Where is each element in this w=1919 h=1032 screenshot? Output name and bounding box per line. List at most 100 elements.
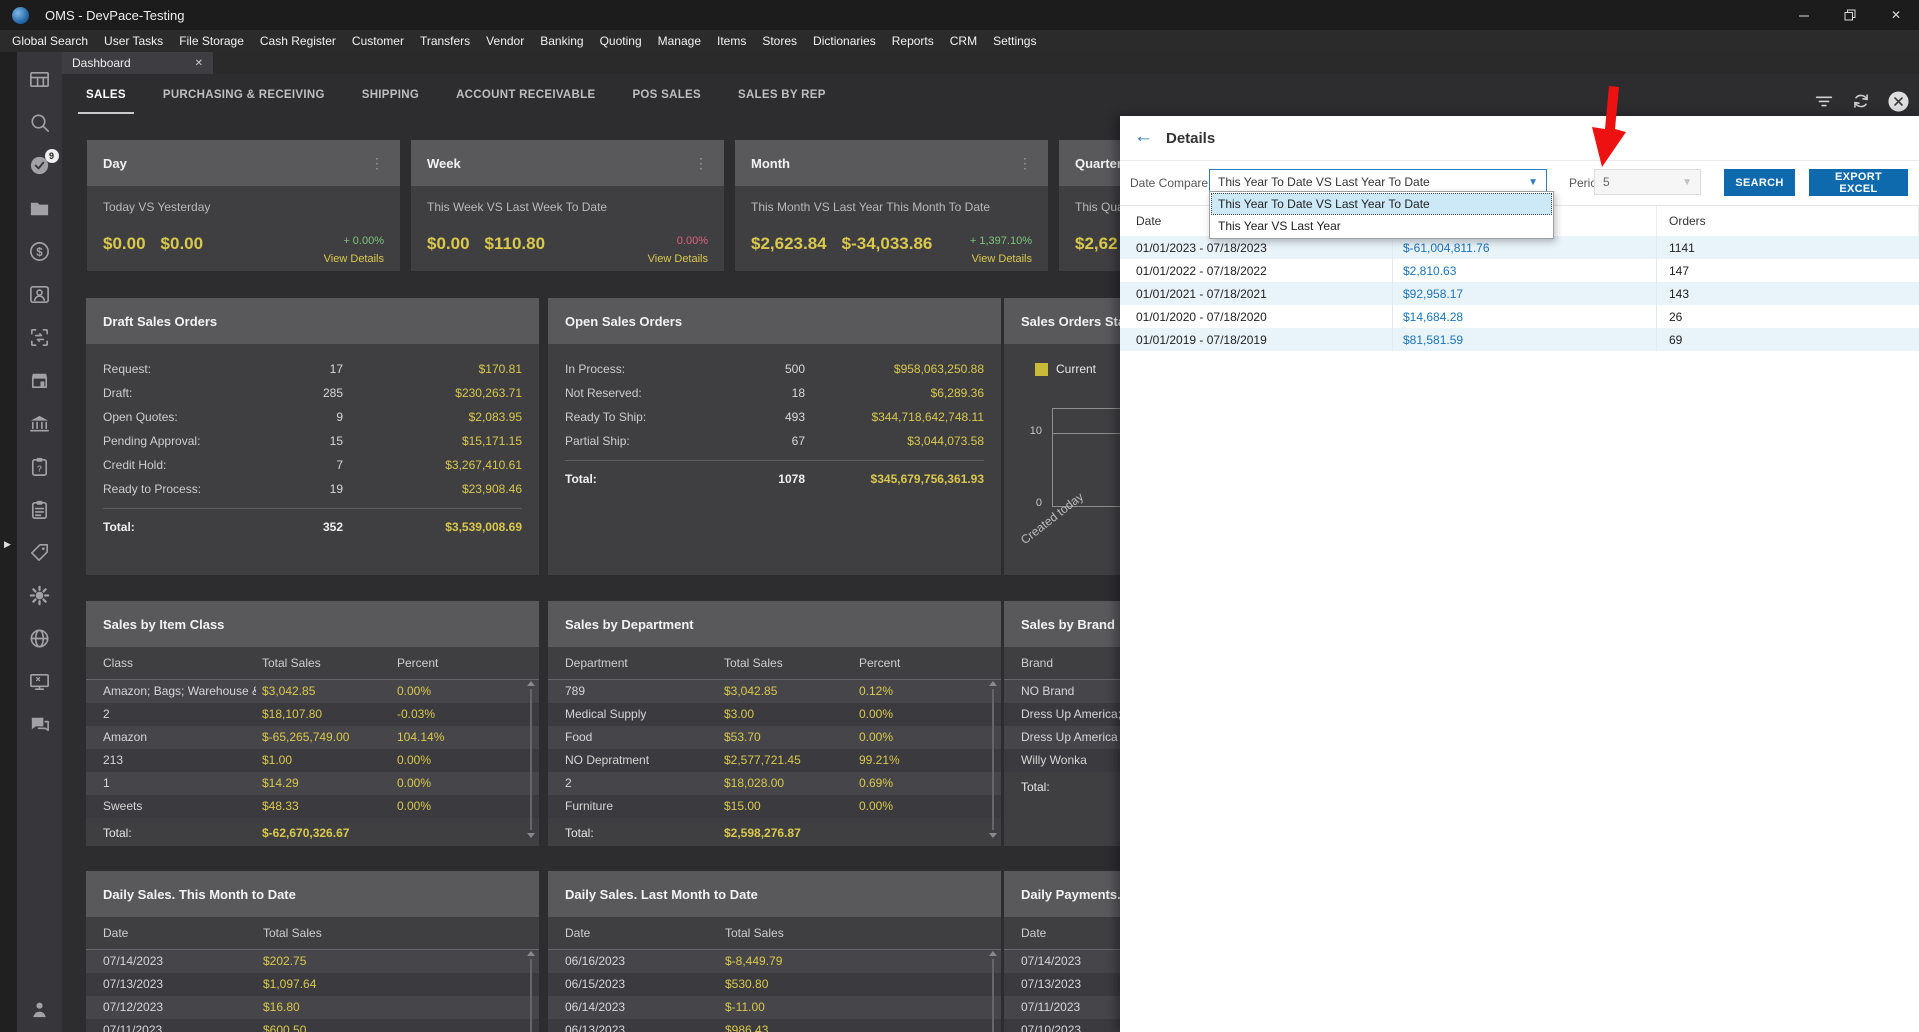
sidebar-item-folder[interactable] bbox=[28, 197, 52, 221]
sidebar-item-store[interactable] bbox=[28, 369, 52, 393]
menu-item-items[interactable]: Items bbox=[709, 34, 754, 48]
scrollbar[interactable] bbox=[526, 951, 536, 1032]
menu-item-reports[interactable]: Reports bbox=[884, 34, 942, 48]
menu-item-banking[interactable]: Banking bbox=[532, 34, 591, 48]
menu-item-transfers[interactable]: Transfers bbox=[412, 34, 478, 48]
sidebar-item-settings[interactable] bbox=[28, 584, 52, 608]
view-details-link[interactable]: View Details bbox=[324, 253, 384, 265]
scrollbar[interactable] bbox=[988, 951, 998, 1032]
sidebar-item-user[interactable] bbox=[28, 998, 52, 1022]
scroll-up-icon[interactable] bbox=[989, 951, 997, 956]
dropdown-option[interactable]: This Year To Date VS Last Year To Date bbox=[1211, 193, 1552, 215]
kpi-percent: 0.00% bbox=[676, 235, 708, 247]
scroll-up-icon[interactable] bbox=[527, 951, 535, 956]
dashboard-icon bbox=[29, 71, 49, 88]
sidebar-item-clipboard-list[interactable] bbox=[28, 498, 52, 522]
table-cell: 07/11/2023 bbox=[103, 1023, 163, 1032]
scroll-up-icon[interactable] bbox=[527, 681, 535, 686]
store-icon bbox=[31, 373, 47, 389]
menu-item-settings[interactable]: Settings bbox=[985, 34, 1044, 48]
summary-row: Credit Hold: 7 $3,267,410.61 bbox=[86, 453, 539, 477]
sidebar-item-transfers[interactable] bbox=[28, 326, 52, 350]
kebab-menu-icon[interactable]: ⋮ bbox=[1018, 155, 1032, 172]
dropdown-option[interactable]: This Year VS Last Year bbox=[1211, 215, 1552, 237]
close-button[interactable]: ✕ bbox=[1873, 0, 1919, 30]
menu-item-quoting[interactable]: Quoting bbox=[592, 34, 650, 48]
sidebar-item-bank[interactable] bbox=[28, 412, 52, 436]
scroll-track[interactable] bbox=[992, 689, 994, 830]
menu-item-crm[interactable]: CRM bbox=[942, 34, 985, 48]
kebab-menu-icon[interactable]: ⋮ bbox=[694, 155, 708, 172]
minimize-button[interactable] bbox=[1781, 0, 1827, 30]
sidebar-item-customer[interactable] bbox=[28, 283, 52, 307]
scroll-up-icon[interactable] bbox=[989, 681, 997, 686]
details-cell-amount[interactable]: $81,581.59 bbox=[1393, 328, 1657, 351]
table-row: 06/13/2023 $986.43 bbox=[548, 1019, 1001, 1032]
table-cell: 0.00% bbox=[397, 799, 432, 813]
details-panel: ← Details Date Compare: This Year To Dat… bbox=[1120, 116, 1919, 1032]
tab-close-icon[interactable]: ✕ bbox=[195, 58, 203, 69]
tab-pos-sales[interactable]: POS SALES bbox=[632, 89, 701, 101]
sidebar-item-globe[interactable] bbox=[28, 627, 52, 651]
details-cell-amount[interactable]: $92,958.17 bbox=[1393, 282, 1657, 305]
scroll-track[interactable] bbox=[530, 689, 532, 830]
view-details-link[interactable]: View Details bbox=[648, 253, 708, 265]
details-cell-amount[interactable]: $-61,004,811.76 bbox=[1393, 236, 1657, 259]
tab-dashboard[interactable]: Dashboard ✕ bbox=[62, 52, 213, 74]
table-row: Amazon $-65,265,749.00 104.14% bbox=[86, 726, 539, 749]
kpi-values: $2,62 bbox=[1075, 234, 1118, 254]
scrollbar[interactable] bbox=[526, 681, 536, 838]
tab-sales-by-rep[interactable]: SALES BY REP bbox=[738, 89, 826, 101]
scroll-down-icon[interactable] bbox=[989, 833, 997, 838]
details-cell-amount[interactable]: $2,810.63 bbox=[1393, 259, 1657, 282]
sidebar-item-finance[interactable]: $ bbox=[28, 240, 52, 264]
view-details-link[interactable]: View Details bbox=[972, 253, 1032, 265]
period-select[interactable]: 5 ▼ bbox=[1594, 169, 1701, 195]
sidebar-item-chat[interactable] bbox=[28, 713, 52, 737]
tab-purchasing-receiving[interactable]: PURCHASING & RECEIVING bbox=[163, 89, 325, 101]
sidebar-item-tasks[interactable]: 9 bbox=[28, 149, 59, 178]
clipboard-question-icon: ? bbox=[31, 457, 47, 476]
menu-item-stores[interactable]: Stores bbox=[754, 34, 805, 48]
sidebar-item-search[interactable] bbox=[28, 111, 52, 135]
details-cell-amount[interactable]: $14,684.28 bbox=[1393, 305, 1657, 328]
details-header: ← Details bbox=[1120, 116, 1919, 161]
table-cell: $3,042.85 bbox=[724, 684, 778, 698]
sidebar-expand-arrow[interactable]: ▶ bbox=[4, 539, 11, 550]
menu-item-vendor[interactable]: Vendor bbox=[478, 34, 532, 48]
annotation-arrow bbox=[1592, 86, 1626, 167]
menu-item-dictionaries[interactable]: Dictionaries bbox=[805, 34, 884, 48]
menu-item-user-tasks[interactable]: User Tasks bbox=[96, 34, 171, 48]
sidebar-item-dashboard[interactable] bbox=[28, 68, 52, 92]
summary-amount: $230,263.71 bbox=[455, 386, 522, 400]
scrollbar[interactable] bbox=[988, 681, 998, 838]
sidebar-item-remote-desktop[interactable] bbox=[28, 670, 52, 694]
kebab-menu-icon[interactable]: ⋮ bbox=[370, 155, 384, 172]
restore-button[interactable] bbox=[1827, 0, 1873, 30]
menu-item-cash-register[interactable]: Cash Register bbox=[252, 34, 344, 48]
close-dashboard-icon[interactable] bbox=[1887, 90, 1909, 112]
menu-item-customer[interactable]: Customer bbox=[344, 34, 412, 48]
table-cell: Amazon bbox=[103, 730, 148, 744]
tab-account-receivable[interactable]: ACCOUNT RECEIVABLE bbox=[456, 89, 595, 101]
scroll-track[interactable] bbox=[992, 959, 994, 1032]
tab-shipping[interactable]: SHIPPING bbox=[362, 89, 419, 101]
table-cell: $3.00 bbox=[724, 707, 755, 721]
sidebar-item-clipboard-question[interactable]: ? bbox=[28, 455, 52, 479]
back-arrow-icon[interactable]: ← bbox=[1134, 126, 1153, 148]
scroll-down-icon[interactable] bbox=[527, 833, 535, 838]
filter-icon[interactable] bbox=[1813, 90, 1835, 112]
tab-sales[interactable]: SALES bbox=[78, 89, 134, 114]
refresh-icon[interactable] bbox=[1850, 90, 1872, 112]
column-header-percent: Percent bbox=[859, 656, 901, 670]
export-excel-button[interactable]: EXPORT EXCEL bbox=[1809, 169, 1908, 196]
sidebar-item-tag[interactable] bbox=[28, 541, 52, 565]
kpi-percent: + 1,397.10% bbox=[969, 235, 1032, 247]
scroll-track[interactable] bbox=[530, 959, 532, 1032]
menu-item-file-storage[interactable]: File Storage bbox=[171, 34, 252, 48]
menu-item-manage[interactable]: Manage bbox=[650, 34, 709, 48]
details-table-row: 01/01/2019 - 07/18/2019 $81,581.59 69 bbox=[1120, 328, 1919, 351]
search-button[interactable]: SEARCH bbox=[1724, 169, 1795, 196]
table-cell: $202.75 bbox=[263, 954, 307, 968]
menu-item-global-search[interactable]: Global Search bbox=[4, 34, 96, 48]
